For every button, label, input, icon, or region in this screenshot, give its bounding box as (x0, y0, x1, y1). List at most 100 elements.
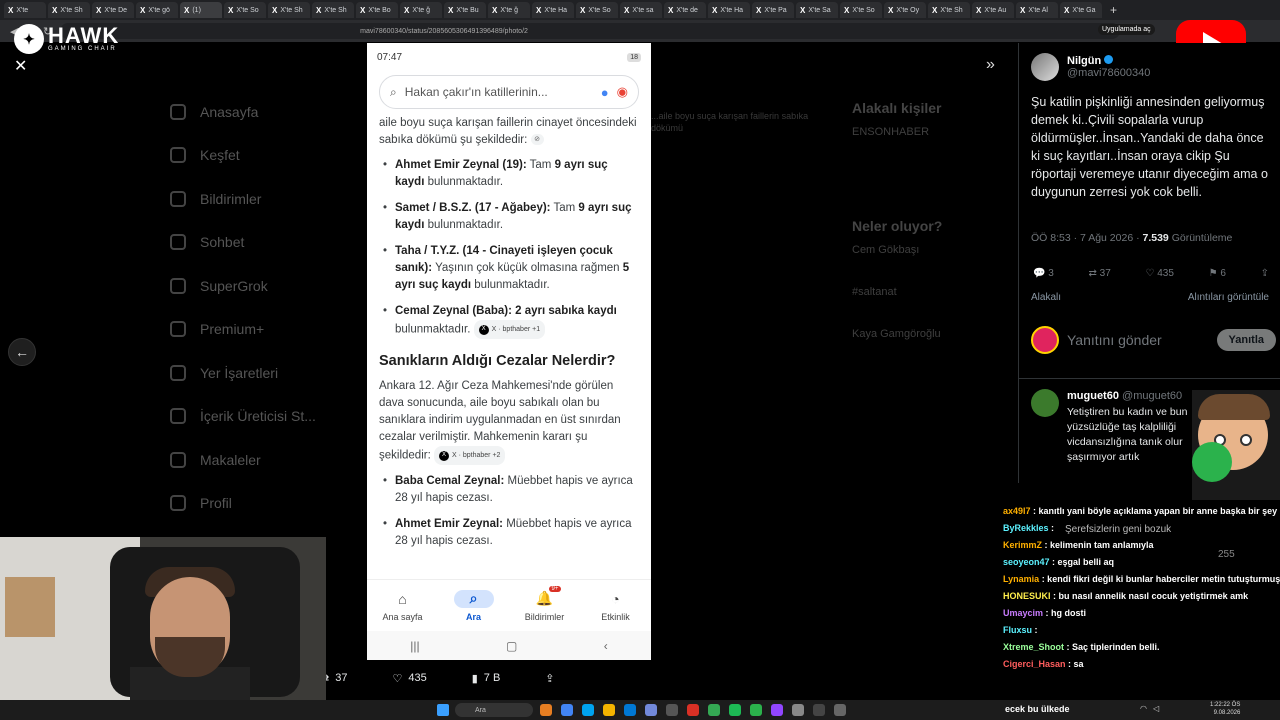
avatar (1031, 326, 1059, 354)
like-button[interactable]: ♡ 435 (1145, 268, 1173, 279)
chat-username[interactable]: ByRekkles (1003, 523, 1049, 533)
x-logo-icon: X (624, 5, 630, 15)
share-icon[interactable]: ⇪ (545, 672, 554, 685)
browser-tab[interactable]: X X'te gö (136, 2, 178, 18)
bookmark-count: 6 (1220, 268, 1226, 279)
browser-tab[interactable]: X X'te Sa (796, 2, 838, 18)
taskbar-app-icon[interactable] (834, 704, 846, 716)
heart-icon: ♡ (392, 672, 403, 685)
reply-button[interactable]: 💬 3 (1033, 268, 1054, 279)
chat-username[interactable]: HONESUKI (1003, 591, 1051, 601)
open-in-app-button[interactable]: Uygulamada aç (1098, 24, 1155, 35)
x-logo-icon: X (580, 5, 586, 15)
x-logo-icon: X (712, 5, 718, 15)
author-handle: @mavi78600340 (1067, 67, 1151, 79)
record-text: Yaşının çok küçük olmasına rağmen (432, 262, 623, 274)
wifi-icon[interactable]: ◠ (1140, 704, 1147, 713)
tab-title: X'te So (588, 6, 611, 14)
taskbar-app-icon[interactable] (645, 704, 657, 716)
taskbar-app-icon[interactable] (750, 704, 762, 716)
browser-tab[interactable]: X X'te (4, 2, 46, 18)
x-logo-icon: X (8, 5, 14, 15)
browser-tab[interactable]: X X'te Ha (708, 2, 750, 18)
browser-tab[interactable]: X X'te Bu (444, 2, 486, 18)
chat-overflow-text: ecek bu ülkede (1005, 704, 1070, 714)
x-logo-icon: X (1020, 5, 1026, 15)
sort-dropdown[interactable]: Alakalı (1031, 292, 1061, 303)
volume-icon[interactable]: ◁ (1153, 704, 1159, 713)
share-icon[interactable]: ⇪ (1261, 268, 1269, 279)
tweet-time[interactable]: ÖÖ 8:53 · 7 Ağu 2026 · (1031, 232, 1143, 244)
browser-tab[interactable]: X X'te sa (620, 2, 662, 18)
chat-username[interactable]: ax49l7 (1003, 506, 1031, 516)
sidebar-item-dimmed: SuperGrok (170, 264, 370, 308)
url-field[interactable]: mavi78600340/status/2085605306491396489/… (60, 23, 1121, 39)
browser-tab[interactable]: X X'te Pa (752, 2, 794, 18)
tweet-author[interactable]: Nilgün @mavi78600340 (1031, 53, 1150, 81)
bookmark-button[interactable]: ⚑ 6 (1209, 268, 1226, 279)
chat-username[interactable]: seoyeon47 (1003, 557, 1050, 567)
browser-tab[interactable]: X X'te So (840, 2, 882, 18)
tab-title: X'te Au (984, 6, 1007, 14)
browser-tab[interactable]: X X'te Oy (884, 2, 926, 18)
browser-tab[interactable]: X X'te So (224, 2, 266, 18)
close-icon[interactable]: ✕ (14, 56, 27, 76)
avatar[interactable] (1031, 389, 1059, 417)
taskbar-app-icon[interactable] (729, 704, 741, 716)
chat-username[interactable]: Umaycim (1003, 608, 1043, 618)
chat-username[interactable]: Fluxsu (1003, 625, 1032, 635)
taskbar-app-icon[interactable] (687, 704, 699, 716)
browser-tab[interactable]: X X'te de (664, 2, 706, 18)
chat-username[interactable]: Cigerci_Hasan (1003, 659, 1066, 669)
browser-tab[interactable]: X X'te ğ (488, 2, 530, 18)
cartoon-eye (1240, 434, 1252, 446)
browser-tab[interactable]: X X'te Sh (48, 2, 90, 18)
chat-username[interactable]: Lynamia (1003, 574, 1039, 584)
browser-tab[interactable]: X X'te ğ (400, 2, 442, 18)
taskbar-search[interactable]: Ara (455, 703, 533, 717)
taskbar-app-icon[interactable] (708, 704, 720, 716)
browser-tab[interactable]: X X'te Bo (356, 2, 398, 18)
taskbar-app-icon[interactable] (603, 704, 615, 716)
browser-tab[interactable]: X X'te Al (1016, 2, 1058, 18)
clock[interactable]: 1:22:22 ÖS 9.08.2026 (1210, 701, 1240, 717)
browser-tab[interactable]: X X'te Ga (1060, 2, 1102, 18)
stat-views[interactable]: ▮ 7 B (472, 672, 501, 685)
retweet-button[interactable]: ⇄ 37 (1088, 268, 1110, 279)
recents-icon: ||| (410, 638, 420, 653)
avatar[interactable] (1031, 53, 1059, 81)
tab-title: X'te Oy (896, 6, 920, 14)
taskbar-app-icon[interactable] (582, 704, 594, 716)
taskbar-app-icon[interactable] (666, 704, 678, 716)
x-logo-icon: X (404, 5, 410, 15)
nav-icon (170, 495, 186, 512)
reply-input[interactable]: Yanıtını gönder (1067, 332, 1209, 348)
browser-tab[interactable]: X X'te So (576, 2, 618, 18)
previous-photo-icon[interactable]: ← (8, 338, 36, 366)
clock-date: 9.08.2026 (1213, 710, 1241, 716)
taskbar-app-icon[interactable] (813, 704, 825, 716)
taskbar-app-icon[interactable] (540, 704, 552, 716)
windows-start-icon[interactable] (437, 704, 449, 716)
browser-tab[interactable]: X X'te De (92, 2, 134, 18)
browser-tab[interactable]: X X'te Au (972, 2, 1014, 18)
browser-tab[interactable]: X X'te Sh (268, 2, 310, 18)
browser-tab[interactable]: X X'te Sh (312, 2, 354, 18)
browser-tab[interactable]: X X'te Ha (532, 2, 574, 18)
taskbar-app-icon[interactable] (561, 704, 573, 716)
collapse-panel-icon[interactable]: » (986, 56, 995, 74)
taskbar-app-icon[interactable] (624, 704, 636, 716)
taskbar-app-icon[interactable] (771, 704, 783, 716)
search-icon: ⌕ (390, 84, 397, 99)
reply-submit-button[interactable]: Yanıtla (1216, 329, 1276, 351)
taskbar-app-icon[interactable] (792, 704, 804, 716)
chat-username[interactable]: Xtreme_Shoot (1003, 642, 1064, 652)
view-quotes-link[interactable]: Alıntıları görüntüle (1188, 292, 1269, 303)
new-tab-icon[interactable]: + (1104, 3, 1123, 17)
x-logo-icon: X (888, 5, 894, 15)
chat-username[interactable]: KerimmZ (1003, 540, 1042, 550)
tab-title: X'te Sh (280, 6, 303, 14)
browser-tab[interactable]: X (1) (180, 2, 222, 18)
stat-likes[interactable]: ♡ 435 (392, 672, 426, 685)
browser-tab[interactable]: X X'te Sh (928, 2, 970, 18)
